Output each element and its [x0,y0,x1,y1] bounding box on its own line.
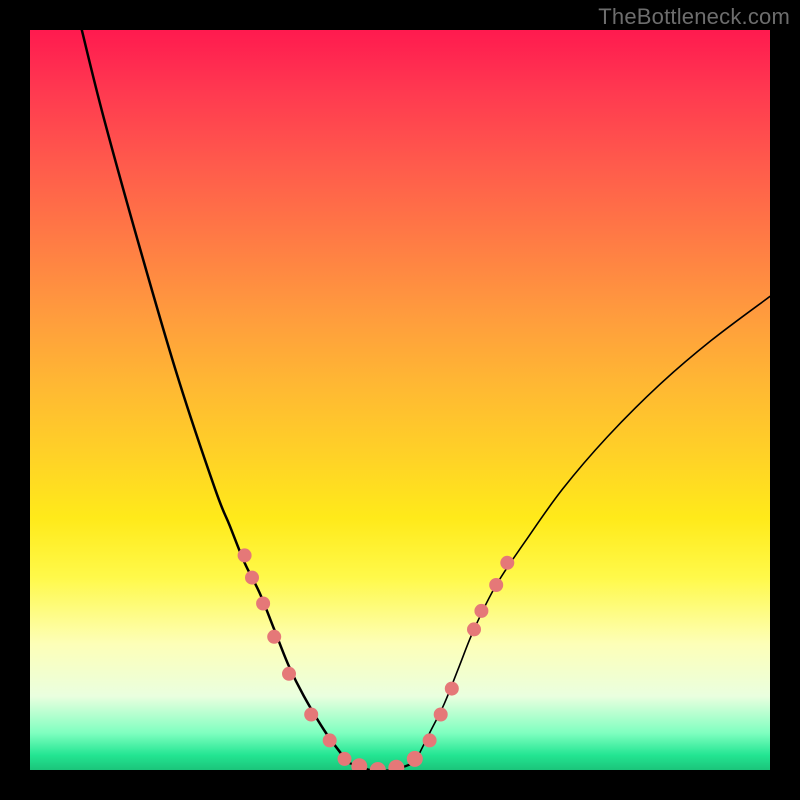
curve-right [415,296,770,762]
data-marker [245,571,259,585]
data-marker [467,622,481,636]
data-marker [323,733,337,747]
data-marker [370,762,386,770]
data-marker [256,597,270,611]
data-marker [445,682,459,696]
curve-left [82,30,348,763]
data-marker [407,751,423,767]
data-marker [489,578,503,592]
attribution-text: TheBottleneck.com [598,4,790,30]
plot-area [30,30,770,770]
data-marker [474,604,488,618]
data-marker [423,733,437,747]
data-marker [434,708,448,722]
data-marker [351,758,367,770]
data-marker [338,752,352,766]
data-marker [388,760,404,770]
data-marker [238,548,252,562]
data-marker [267,630,281,644]
chart-svg [30,30,770,770]
marker-layer [238,548,515,770]
series-left-branch [82,30,348,763]
data-marker [304,708,318,722]
data-marker [500,556,514,570]
data-marker [282,667,296,681]
chart-frame: TheBottleneck.com [0,0,800,800]
series-right-branch [415,296,770,762]
